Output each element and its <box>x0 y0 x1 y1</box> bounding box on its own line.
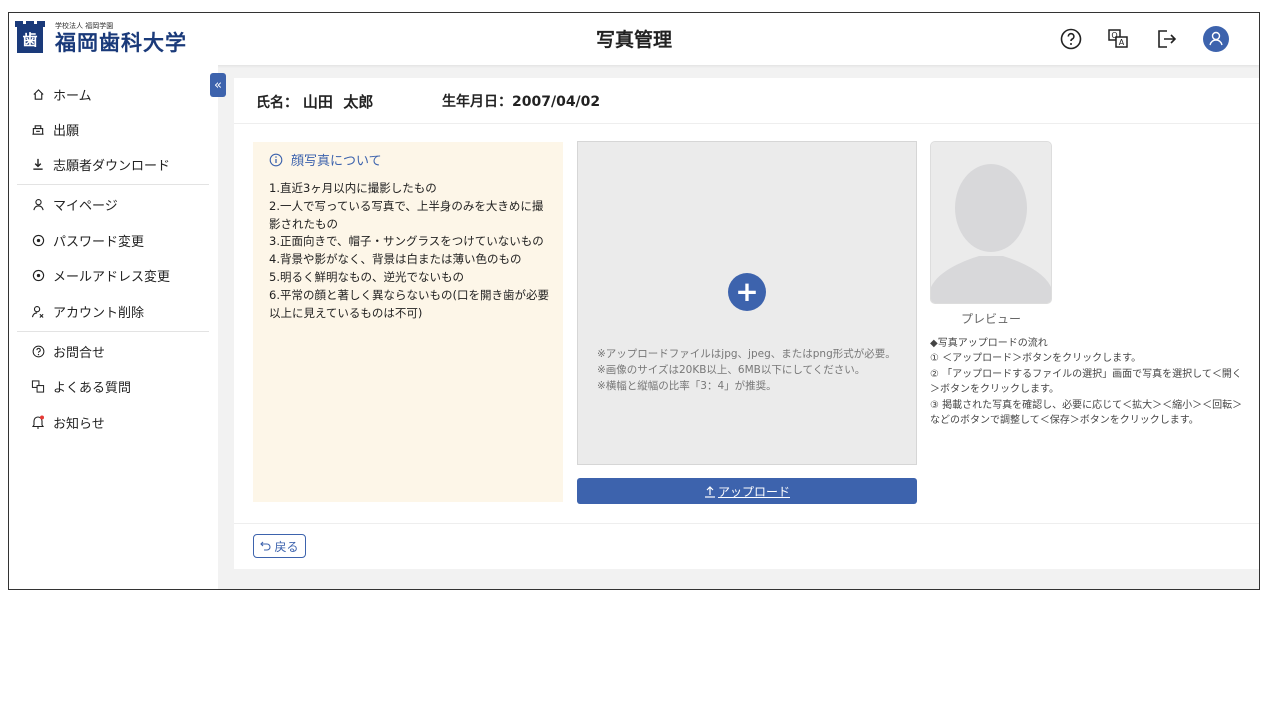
photo-preview <box>930 141 1052 304</box>
dob-label: 生年月日： <box>442 94 512 110</box>
list-item: 4.背景や影がなく、背景は白または薄い色のもの <box>269 252 522 267</box>
guidelines-title-text: 顔写真について <box>291 154 382 169</box>
name-label: 氏名： <box>256 95 298 111</box>
sidebar-item-label: アカウント削除 <box>53 305 145 321</box>
list-item: 1.直近3ヶ月以内に撮影したもの <box>269 181 437 195</box>
sidebar-item-faq[interactable]: よくある質問 <box>9 371 218 401</box>
sidebar: ホーム 出願 志願者ダウンロード マイページ パスワード変更 メールアドレス変更… <box>9 65 218 589</box>
nav-divider <box>17 331 209 332</box>
upload-flow-instructions: ◆写真アップロードの流れ ① ＜アップロード＞ボタンをクリックします。 ② 「ア… <box>930 336 1245 428</box>
undo-arrow-icon <box>260 541 271 551</box>
person-silhouette-icon <box>931 142 1051 303</box>
app-window: 歯 学校法人 福岡学園 福岡歯科大学 写真管理 Q A ホーム 出願 志願者ダウ… <box>8 12 1260 590</box>
question-icon <box>31 344 45 358</box>
nav-divider <box>17 184 209 185</box>
user-remove-icon <box>31 304 45 318</box>
sidebar-item-label: よくある質問 <box>53 380 132 396</box>
svg-text:A: A <box>1119 38 1125 47</box>
sidebar-item-home[interactable]: ホーム <box>9 79 218 109</box>
sidebar-item-contact[interactable]: お問合せ <box>9 336 218 366</box>
bell-icon <box>31 415 45 429</box>
sidebar-item-password[interactable]: パスワード変更 <box>9 225 218 255</box>
download-icon <box>31 157 45 171</box>
list-item: ※アップロードファイルはjpg、jpeg、またはpng形式が必要。 <box>597 348 896 360</box>
list-item: 5.明るく鮮明なもの、逆光でないもの <box>269 269 464 284</box>
guidelines-title: 顔写真について <box>269 150 382 169</box>
list-item: ※横幅と縦幅の比率「3：4」が推奨。 <box>597 380 777 392</box>
home-icon <box>31 87 45 101</box>
list-item: ② 「アップロードするファイルの選択」画面で写真を選択して＜開く＞ボタンをクリッ… <box>930 368 1242 396</box>
sidebar-item-applicant-download[interactable]: 志願者ダウンロード <box>9 149 218 179</box>
apply-icon <box>31 122 45 136</box>
dob-value: 2007/04/02 <box>512 94 601 110</box>
list-item: 6.平常の顔と著しく異ならないもの(口を開き歯が必要以上に見えているものは不可) <box>269 287 549 320</box>
list-item: ※画像のサイズは20KB以上、6MB以下にしてください。 <box>597 364 866 376</box>
sidebar-item-label: 志願者ダウンロード <box>53 158 171 174</box>
upload-requirements: ※アップロードファイルはjpg、jpeg、またはpng形式が必要。 ※画像のサイ… <box>597 346 896 394</box>
sidebar-item-label: お知らせ <box>53 416 105 432</box>
sidebar-item-label: マイページ <box>53 198 118 214</box>
list-item: 3.正面向きで、帽子・サングラスをつけていないもの <box>269 234 544 249</box>
list-item: ◆写真アップロードの流れ <box>930 338 1048 349</box>
preview-label: プレビュー <box>961 312 1022 326</box>
photo-upload-dropzone[interactable]: + ※アップロードファイルはjpg、jpeg、またはpng形式が必要。 ※画像の… <box>577 141 917 465</box>
back-button[interactable]: 戻る <box>253 534 306 558</box>
divider <box>234 523 1259 524</box>
student-name: 山田 太郎 <box>302 93 374 111</box>
sidebar-collapse-button[interactable]: « <box>210 73 226 97</box>
add-photo-icon[interactable]: + <box>728 273 766 311</box>
help-icon[interactable] <box>1059 27 1083 51</box>
user-avatar-icon[interactable] <box>1203 26 1229 52</box>
guidelines-list: 1.直近3ヶ月以内に撮影したもの 2.一人で写っている写真で、上半身のみを大きめ… <box>269 180 554 322</box>
faq-icon[interactable]: Q A <box>1106 27 1130 51</box>
logout-icon[interactable] <box>1154 27 1178 51</box>
sidebar-item-label: 出願 <box>53 123 80 139</box>
dob-field: 生年月日：2007/04/02 <box>442 91 600 111</box>
list-item: ① ＜アップロード＞ボタンをクリックします。 <box>930 353 1142 365</box>
sidebar-item-apply[interactable]: 出願 <box>9 114 218 144</box>
upload-button-label: アップロード <box>717 484 790 499</box>
upload-button[interactable]: アップロード <box>577 478 917 504</box>
mail-icon <box>31 268 45 282</box>
sidebar-item-mypage[interactable]: マイページ <box>9 189 218 219</box>
sidebar-item-label: ホーム <box>53 88 92 104</box>
sidebar-item-label: メールアドレス変更 <box>53 269 171 285</box>
photo-management-card: 氏名： 山田 太郎 生年月日：2007/04/02 顔写真について 1.直近3ヶ… <box>234 78 1259 569</box>
name-field: 氏名： 山田 太郎 <box>256 91 373 112</box>
sidebar-item-news[interactable]: お知らせ <box>9 407 218 437</box>
password-icon <box>31 233 45 247</box>
back-button-label: 戻る <box>274 539 299 554</box>
svg-text:Q: Q <box>1111 31 1117 40</box>
sidebar-item-email[interactable]: メールアドレス変更 <box>9 260 218 290</box>
upload-icon <box>704 485 715 498</box>
faq-icon <box>31 379 45 393</box>
sidebar-item-account-delete[interactable]: アカウント削除 <box>9 296 218 326</box>
user-icon <box>31 197 45 211</box>
list-item: 2.一人で写っている写真で、上半身のみを大きめに撮影されたもの <box>269 198 544 231</box>
sidebar-item-label: お問合せ <box>53 345 106 361</box>
list-item: ③ 掲載された写真を確認し、必要に応じて＜拡大＞＜縮小＞＜回転＞などのボタンで調… <box>930 399 1243 427</box>
student-info-bar: 氏名： 山田 太郎 生年月日：2007/04/02 <box>234 78 1259 124</box>
top-header: 歯 学校法人 福岡学園 福岡歯科大学 写真管理 Q A <box>9 13 1259 65</box>
photo-guidelines-panel: 顔写真について 1.直近3ヶ月以内に撮影したもの 2.一人で写っている写真で、上… <box>253 142 563 502</box>
sidebar-item-label: パスワード変更 <box>53 234 145 250</box>
info-icon <box>269 153 283 166</box>
